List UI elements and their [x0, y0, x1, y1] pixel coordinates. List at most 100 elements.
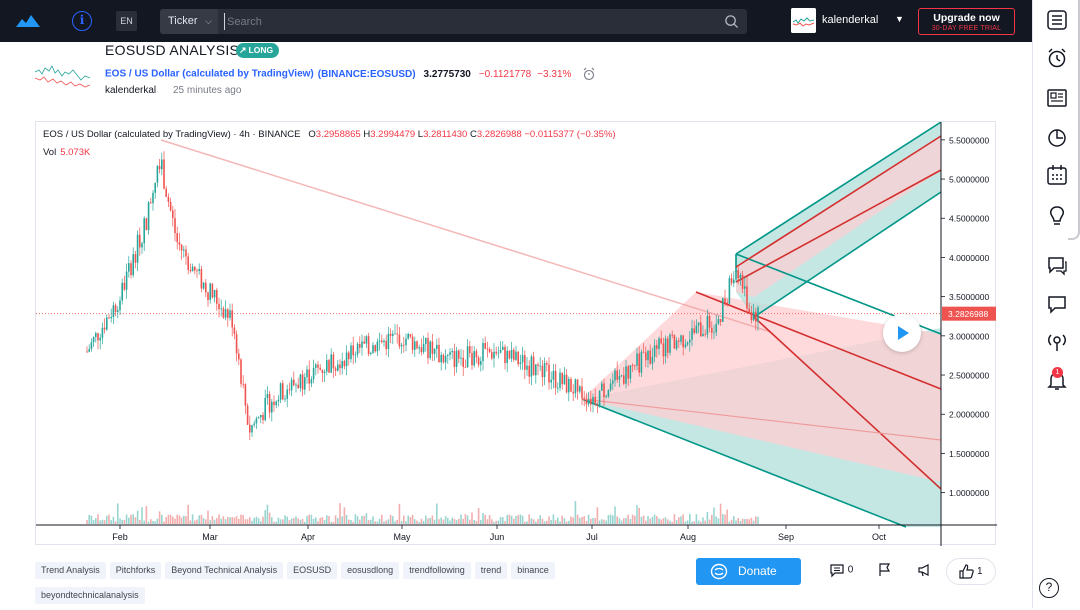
likes-count: 1 [977, 566, 983, 577]
volume-bar [286, 516, 288, 524]
candle-body [508, 350, 511, 359]
play-button[interactable] [883, 314, 921, 352]
volume-bar [702, 517, 704, 524]
add-alert-icon[interactable] [582, 67, 596, 81]
comments-button[interactable]: 0 [829, 562, 853, 580]
data-window-icon[interactable] [1046, 126, 1068, 148]
upgrade-button[interactable]: Upgrade now 30-DAY FREE TRIAL [918, 8, 1015, 35]
volume-bar [158, 511, 161, 524]
volume-bar [603, 519, 605, 524]
volume-bar [194, 520, 196, 524]
volume-bar [629, 519, 632, 524]
volume-bar [563, 518, 566, 524]
candle-body [86, 351, 88, 353]
candle-body [108, 317, 110, 319]
candle-body [513, 349, 515, 360]
volume-bar [737, 517, 739, 524]
candle-body [242, 383, 244, 385]
volume-bar [634, 515, 636, 524]
candle-body [658, 338, 660, 349]
volume-bar [616, 516, 618, 524]
username[interactable]: kalenderkal [822, 14, 878, 26]
volume-bar [398, 503, 401, 524]
legend-title: EOS / US Dollar (calculated by TradingVi… [43, 129, 301, 140]
volume-bar [90, 515, 93, 524]
volume-bar [172, 516, 174, 524]
symbol-change: −0.1121778 [478, 68, 532, 80]
alarm-clock-icon[interactable] [1046, 47, 1068, 69]
flag-button[interactable] [876, 562, 892, 580]
candle-body [352, 345, 354, 356]
info-icon[interactable]: i [72, 11, 92, 31]
volume-bar [150, 519, 152, 524]
tag-item[interactable]: eosusdlong [341, 562, 400, 579]
volume-bar [660, 519, 662, 524]
author-name[interactable]: kalenderkal [105, 85, 156, 96]
volume-bar [231, 517, 233, 524]
candle-body [587, 399, 590, 405]
candle-body [125, 271, 128, 290]
volume-bar [506, 514, 508, 524]
streams-icon[interactable] [1046, 331, 1068, 353]
volume-bar [546, 520, 548, 524]
volume-bar [165, 517, 167, 524]
tag-item[interactable]: EOSUSD [287, 562, 338, 579]
ideas-lightbulb-icon[interactable] [1046, 205, 1068, 227]
avatar[interactable] [791, 8, 816, 33]
tag-item[interactable]: trend [474, 562, 508, 579]
volume-bar [389, 514, 392, 524]
candle-body [477, 357, 480, 365]
candle-body [550, 379, 552, 383]
candle-body [695, 325, 698, 333]
donate-button[interactable]: Donate [696, 558, 801, 585]
idea-thumbnail[interactable] [35, 58, 90, 96]
tradingview-logo-icon[interactable] [14, 11, 42, 31]
tag-item[interactable]: Pitchforks [109, 562, 162, 579]
private-chat-icon[interactable] [1046, 293, 1068, 315]
idea-title: EOSUSD ANALYSIS [105, 42, 240, 58]
candle-body [627, 366, 629, 379]
volume-bar [662, 518, 665, 524]
candle-body [605, 396, 607, 398]
volume-bar [649, 518, 651, 524]
search-icon[interactable] [724, 14, 739, 29]
chats-icon[interactable] [1046, 254, 1068, 276]
language-button[interactable]: EN [116, 11, 137, 31]
volume-bar [114, 521, 117, 524]
help-icon[interactable]: ? [1039, 578, 1059, 598]
candle-body [730, 278, 733, 284]
chart-area[interactable]: 5.5000000 5.0000000 4.5000000 4.0000000 3.50… [35, 121, 997, 546]
candle-body [502, 346, 504, 350]
volume-bar [275, 521, 277, 524]
tag-item[interactable]: Trend Analysis [35, 562, 106, 579]
calendar-icon[interactable] [1046, 164, 1068, 186]
price-chart[interactable]: 5.5000000 5.0000000 4.5000000 4.0000000 3.50… [36, 121, 997, 546]
volume-bar [277, 517, 280, 524]
like-button[interactable]: 1 [946, 558, 996, 585]
caret-down-icon[interactable]: ▼ [895, 14, 904, 24]
volume-bar [257, 518, 260, 524]
share-button[interactable] [916, 562, 932, 580]
volume-bar [609, 514, 612, 524]
volume-bar [394, 521, 396, 524]
volume-bar [299, 519, 302, 524]
volume-bar [268, 512, 271, 524]
tag-item[interactable]: beyondtechnicalanalysis [35, 587, 145, 604]
symbol-source-link[interactable]: (BINANCE:EOSUSD) [318, 69, 416, 80]
search-input[interactable] [224, 13, 704, 30]
volume-bar [409, 517, 412, 524]
watchlist-icon[interactable] [1046, 9, 1068, 31]
time-axis-label: May [393, 532, 411, 542]
volume-bar [724, 514, 726, 524]
candle-body [689, 339, 691, 343]
tag-item[interactable]: trendfollowing [403, 562, 471, 579]
tag-item[interactable]: Beyond Technical Analysis [165, 562, 284, 579]
symbol-name-link[interactable]: EOS / US Dollar (calculated by TradingVi… [105, 69, 314, 80]
volume-bar [161, 514, 163, 524]
news-icon[interactable] [1046, 87, 1068, 109]
scrollbar[interactable] [1068, 0, 1080, 240]
volume-bar [422, 520, 425, 524]
tag-item[interactable]: binance [511, 562, 555, 579]
candle-body [339, 364, 341, 369]
ticker-dropdown[interactable]: Ticker ⌵ [160, 9, 218, 34]
